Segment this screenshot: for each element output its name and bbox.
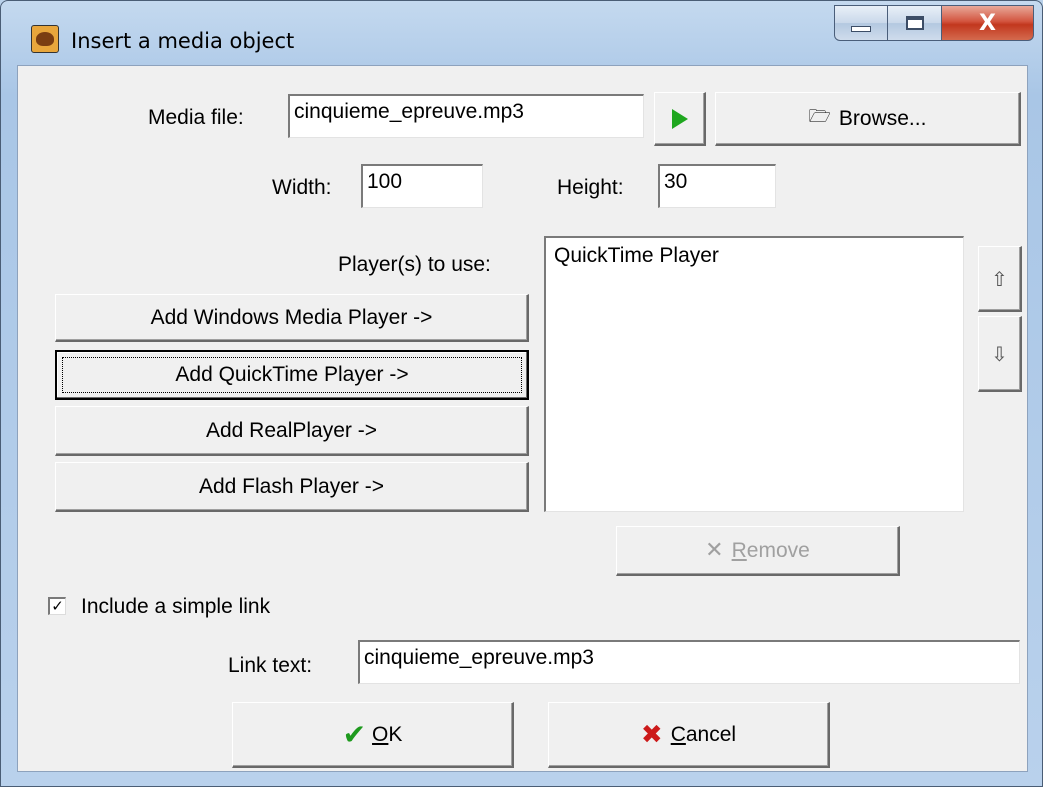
close-icon: X [979,10,996,36]
include-link-label[interactable]: Include a simple link [81,595,270,619]
add-windows-media-player-button[interactable]: Add Windows Media Player -> [55,294,529,342]
maximize-icon [905,16,924,30]
link-text-label: Link text: [228,654,313,677]
checkmark-icon: ✔ [342,718,367,751]
list-item[interactable]: QuickTime Player [554,244,955,268]
app-icon[interactable] [31,25,59,53]
arrow-down-icon: ⇩ [991,341,1008,366]
players-label: Player(s) to use: [338,253,491,276]
arrow-up-icon: ⇧ [991,266,1008,291]
maximize-button[interactable] [888,5,942,41]
include-link-checkbox[interactable]: ✓ [48,597,66,615]
remove-label: Remove [731,538,810,562]
title-bar[interactable]: Insert a media object X [1,1,1042,65]
media-file-label: Media file: [148,106,244,129]
caption-buttons: X [834,5,1034,43]
play-icon [671,108,688,129]
add-realplayer-label: Add RealPlayer -> [205,418,377,442]
minimize-icon [851,26,871,32]
cancel-button[interactable]: ✖ Cancel [548,702,830,768]
dialog-body: Media file: cinquieme_epreuve.mp3 🗁 Brow… [17,65,1028,772]
x-icon: ✖ [640,719,663,750]
add-windows-media-player-label: Add Windows Media Player -> [150,305,433,329]
move-up-button[interactable]: ⇧ [978,246,1022,312]
add-quicktime-player-button[interactable]: Add QuickTime Player -> [55,350,529,400]
add-flash-player-button[interactable]: Add Flash Player -> [55,462,529,512]
add-flash-player-label: Add Flash Player -> [198,474,384,498]
remove-button[interactable]: ✕ Remove [616,526,900,576]
cancel-label: Cancel [670,722,737,746]
ok-button[interactable]: ✔ OK [232,702,514,768]
x-icon: ✕ [705,538,724,563]
ok-label: OK [372,722,403,746]
players-listbox[interactable]: QuickTime Player [544,236,964,512]
width-input[interactable]: 100 [361,164,483,208]
move-down-button[interactable]: ⇩ [978,316,1022,392]
browse-button[interactable]: 🗁 Browse... [715,92,1021,146]
media-file-input[interactable]: cinquieme_epreuve.mp3 [288,94,644,138]
minimize-button[interactable] [834,5,888,41]
link-text-input[interactable]: cinquieme_epreuve.mp3 [358,640,1020,684]
add-realplayer-button[interactable]: Add RealPlayer -> [55,406,529,456]
play-button[interactable] [654,92,706,146]
folder-open-icon: 🗁 [808,105,831,127]
focus-rectangle [62,357,522,393]
height-label: Height: [557,176,624,199]
dialog-window: Insert a media object X Media file: cinq… [0,0,1043,787]
browse-label: Browse... [838,106,927,130]
window-title: Insert a media object [71,29,295,53]
width-label: Width: [272,176,332,199]
height-input[interactable]: 30 [658,164,776,208]
close-button[interactable]: X [942,5,1034,41]
